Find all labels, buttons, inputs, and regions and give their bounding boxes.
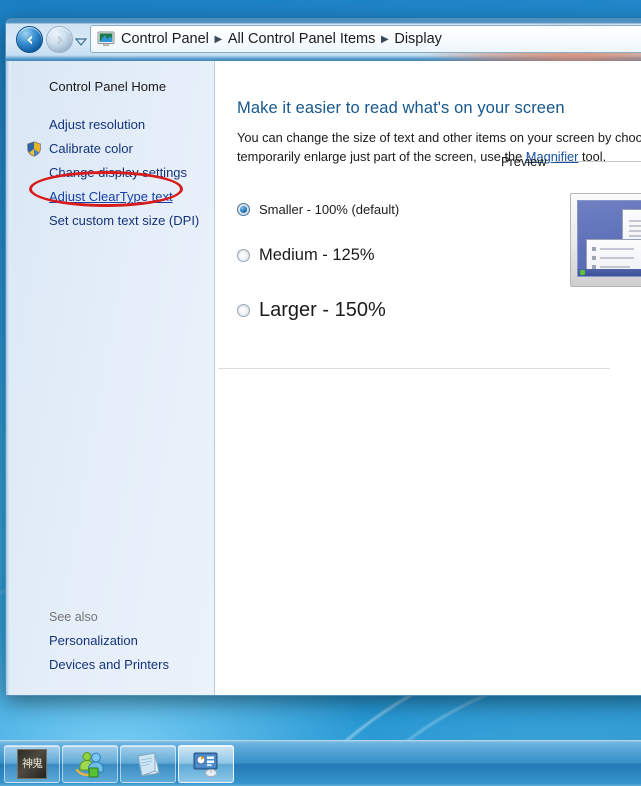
- window-toolbar: Control Panel ▶ All Control Panel Items …: [6, 19, 641, 61]
- address-bar[interactable]: Control Panel ▶ All Control Panel Items …: [90, 25, 641, 53]
- navigation-sidebar: Control Panel Home Adjust resolution Cal…: [11, 61, 215, 695]
- window-body: Control Panel Home Adjust resolution Cal…: [6, 61, 641, 695]
- radio-label-larger: Larger - 150%: [259, 298, 386, 321]
- taskbar-button-control-panel-window[interactable]: [178, 744, 234, 783]
- preview-rule: [554, 160, 641, 162]
- game-icon: 神鬼: [17, 748, 47, 779]
- back-button[interactable]: [16, 26, 43, 53]
- breadcrumb-separator: ▶: [214, 33, 223, 45]
- breadcrumb-item-control-panel[interactable]: Control Panel: [118, 30, 212, 48]
- preview-mock-taskbar: [578, 269, 641, 276]
- sidebar-item-label: Calibrate color: [49, 141, 133, 156]
- page-title: Make it easier to read what's on your sc…: [237, 99, 565, 117]
- preview-group: Preview: [501, 153, 641, 287]
- radio-label-smaller: Smaller - 100% (default): [259, 201, 400, 217]
- sidebar-item-control-panel-home[interactable]: Control Panel Home: [11, 75, 214, 99]
- control-panel-icon: [193, 752, 218, 777]
- preview-monitor: [570, 193, 641, 287]
- back-arrow-icon: [26, 35, 32, 44]
- radio-indicator-smaller[interactable]: [237, 202, 250, 216]
- preview-mock-start-button: [580, 270, 585, 275]
- radio-label-medium: Medium - 125%: [259, 245, 375, 264]
- sidebar-item-personalization[interactable]: Personalization: [11, 629, 214, 653]
- sidebar-item-set-custom-text-size-dpi[interactable]: Set custom text size (DPI): [11, 209, 214, 233]
- description-line-1: You can change the size of text and othe…: [237, 130, 641, 145]
- see-also-section: See also Personalization Devices and Pri…: [11, 608, 214, 677]
- windows-taskbar: 神鬼: [0, 740, 641, 786]
- breadcrumb-item-display[interactable]: Display: [391, 30, 445, 48]
- uac-shield-icon: [27, 141, 41, 157]
- preview-group-header: Preview: [501, 153, 641, 169]
- control-panel-window: Control Panel ▶ All Control Panel Items …: [5, 18, 641, 696]
- chevron-down-icon: [74, 38, 88, 46]
- radio-option-larger[interactable]: Larger - 150%: [237, 287, 641, 333]
- taskbar-button-notepad-window[interactable]: [120, 744, 176, 783]
- notepad-icon: [137, 751, 161, 777]
- forward-button[interactable]: [46, 26, 73, 53]
- preview-label: Preview: [501, 153, 547, 169]
- sidebar-item-calibrate-color[interactable]: Calibrate color: [11, 137, 214, 161]
- sidebar-item-devices-and-printers[interactable]: Devices and Printers: [11, 653, 214, 677]
- breadcrumb-separator: ▶: [380, 33, 389, 45]
- radio-indicator-larger[interactable]: [237, 303, 250, 317]
- radio-indicator-medium[interactable]: [237, 248, 250, 262]
- sidebar-item-adjust-resolution[interactable]: Adjust resolution: [11, 113, 214, 137]
- sidebar-item-change-display-settings[interactable]: Change display settings: [11, 161, 214, 185]
- taskbar-button-messenger-window[interactable]: [62, 744, 118, 783]
- content-pane: Make it easier to read what's on your sc…: [215, 61, 641, 695]
- breadcrumb-item-all-control-panel-items[interactable]: All Control Panel Items: [225, 30, 378, 48]
- sidebar-item-adjust-cleartype-text[interactable]: Adjust ClearType text: [11, 185, 214, 209]
- preview-screen: [577, 200, 641, 277]
- section-divider: [218, 368, 610, 369]
- see-also-heading: See also: [49, 610, 98, 624]
- description-text-before-link: temporarily enlarge just part of the scr…: [237, 149, 526, 164]
- taskbar-button-game-window[interactable]: 神鬼: [4, 744, 60, 783]
- messenger-icon: [75, 751, 104, 777]
- display-icon: [97, 31, 115, 46]
- recent-pages-button[interactable]: [74, 34, 88, 46]
- forward-arrow-icon: [57, 35, 63, 44]
